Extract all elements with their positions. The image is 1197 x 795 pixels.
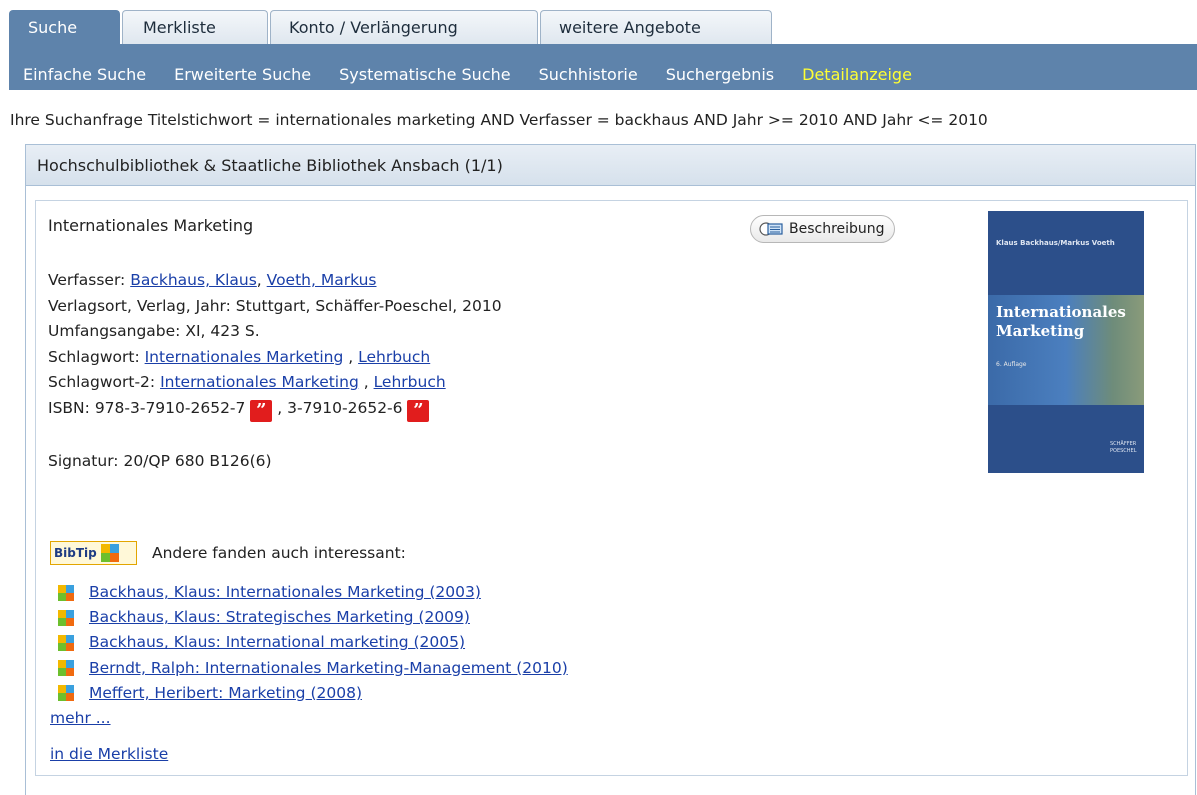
field-umfang: Umfangsangabe: XI, 423 S. [48, 319, 502, 345]
record-title: Internationales Marketing [48, 216, 254, 235]
list-item: Backhaus, Klaus: International marketing… [58, 630, 568, 655]
separator: , [272, 398, 288, 417]
recommendation-link[interactable]: Backhaus, Klaus: Strategisches Marketing… [89, 605, 470, 630]
tab-label: Suche [28, 18, 78, 37]
cover-title: Internationales Marketing [996, 303, 1126, 341]
subnav-suchergebnis[interactable]: Suchergebnis [652, 65, 788, 84]
field-label: ISBN: [48, 398, 90, 417]
list-item: Berndt, Ralph: Internationales Marketing… [58, 656, 568, 681]
subject-link[interactable]: Lehrbuch [374, 373, 446, 391]
cover-authors: Klaus Backhaus/Markus Voeth [996, 239, 1115, 247]
field-verlag: Verlagsort, Verlag, Jahr: Stuttgart, Sch… [48, 294, 502, 320]
field-label: Verlagsort, Verlag, Jahr: [48, 296, 231, 315]
field-value: Stuttgart, Schäffer-Poeschel, 2010 [235, 296, 502, 315]
tab-konto-verlaengerung[interactable]: Konto / Verlängerung [270, 10, 538, 44]
recommendation-link[interactable]: Backhaus, Klaus: Internationales Marketi… [89, 580, 481, 605]
bibtip-logo-icon [100, 544, 119, 562]
recommendation-link[interactable]: Backhaus, Klaus: International marketing… [89, 630, 465, 655]
subject-link[interactable]: Internationales Marketing [145, 348, 344, 366]
add-to-merkliste-link[interactable]: in die Merkliste [50, 745, 168, 763]
quote-icon[interactable]: ” [407, 399, 430, 422]
field-label: Umfangsangabe: [48, 322, 181, 340]
bibtip-item-icon [58, 635, 74, 651]
bibtip-item-icon [58, 660, 74, 677]
tab-weitere-angebote[interactable]: weitere Angebote [540, 10, 772, 44]
field-isbn: ISBN: 978-3-7910-2652-7 ” , 3-7910-2652-… [48, 396, 502, 422]
quote-icon[interactable]: ” [250, 399, 273, 422]
field-schlagwort-2: Schlagwort-2: Internationales Marketing … [48, 370, 502, 396]
separator: , [343, 347, 359, 366]
recommendation-list: Backhaus, Klaus: Internationales Marketi… [58, 580, 568, 706]
separator: , [358, 373, 374, 391]
search-query-label: Ihre Suchanfrage [10, 111, 143, 129]
sub-navigation: Einfache Suche Erweiterte Suche Systemat… [9, 58, 1197, 90]
author-link[interactable]: Backhaus, Klaus [130, 271, 257, 289]
bibtip-item-icon [58, 685, 74, 702]
cover-publisher-line: SCHÄFFER [1110, 441, 1137, 447]
tab-merkliste[interactable]: Merkliste [122, 10, 268, 44]
field-value: XI, 423 S. [185, 322, 260, 340]
cover-publisher: SCHÄFFER POESCHEL [1110, 441, 1136, 455]
signatur: Signatur: 20/QP 680 B126(6) [48, 452, 272, 470]
isbn-value: 3-7910-2652-6 [287, 398, 403, 417]
bibtip-item-icon [58, 584, 74, 601]
tab-suche[interactable]: Suche [9, 10, 120, 44]
separator: , [256, 271, 262, 289]
subject-link[interactable]: Lehrbuch [358, 348, 430, 366]
book-cover[interactable]: Klaus Backhaus/Markus Voeth Internationa… [988, 211, 1144, 473]
record-fields: Verfasser: Backhaus, Klaus, Voeth, Marku… [48, 268, 502, 422]
subject-link[interactable]: Internationales Marketing [160, 373, 359, 391]
description-label: Beschreibung [789, 221, 885, 237]
more-link[interactable]: mehr ... [50, 709, 111, 727]
subnav-detailanzeige[interactable]: Detailanzeige [788, 65, 926, 84]
bibtip-heading: Andere fanden auch interessant: [152, 544, 406, 562]
field-schlagwort: Schlagwort: Internationales Marketing , … [48, 345, 502, 371]
bibtip-logo: BibTip [50, 541, 137, 565]
recommendation-link[interactable]: Berndt, Ralph: Internationales Marketing… [89, 656, 568, 681]
subnav-erweiterte-suche[interactable]: Erweiterte Suche [160, 65, 325, 84]
tab-label: weitere Angebote [559, 18, 701, 37]
bibtip-item-icon [58, 609, 74, 626]
field-label: Verfasser: [48, 271, 126, 289]
search-query: Ihre Suchanfrage Titelstichwort = intern… [10, 111, 988, 129]
subnav-suchhistorie[interactable]: Suchhistorie [525, 65, 652, 84]
main-tabs: Suche Merkliste Konto / Verlängerung wei… [9, 10, 774, 44]
description-button[interactable]: Beschreibung [750, 215, 895, 243]
subnav-strip [9, 44, 1197, 58]
list-item: Backhaus, Klaus: Internationales Marketi… [58, 580, 568, 605]
search-query-text: Titelstichwort = internationales marketi… [147, 111, 988, 129]
tab-label: Merkliste [143, 18, 216, 37]
field-label: Schlagwort-2: [48, 373, 156, 391]
cover-edition: 6. Auflage [996, 361, 1027, 368]
field-label: Schlagwort: [48, 347, 140, 366]
tab-label: Konto / Verlängerung [289, 18, 458, 37]
description-icon [759, 222, 783, 236]
list-item: Meffert, Heribert: Marketing (2008) [58, 681, 568, 706]
cover-title-line: Internationales [996, 303, 1126, 321]
author-link[interactable]: Voeth, Markus [267, 271, 377, 289]
bibtip-badge: BibTip [54, 546, 97, 560]
subnav-systematische-suche[interactable]: Systematische Suche [325, 65, 524, 84]
cover-title-line: Marketing [996, 322, 1085, 340]
cover-publisher-line: POESCHEL [1110, 448, 1137, 454]
subnav-einfache-suche[interactable]: Einfache Suche [9, 65, 160, 84]
panel-title: Hochschulbibliothek & Staatliche Bibliot… [26, 145, 1195, 186]
field-verfasser: Verfasser: Backhaus, Klaus, Voeth, Marku… [48, 268, 502, 294]
recommendation-link[interactable]: Meffert, Heribert: Marketing (2008) [89, 681, 362, 706]
list-item: Backhaus, Klaus: Strategisches Marketing… [58, 605, 568, 630]
isbn-value: 978-3-7910-2652-7 [94, 398, 246, 417]
